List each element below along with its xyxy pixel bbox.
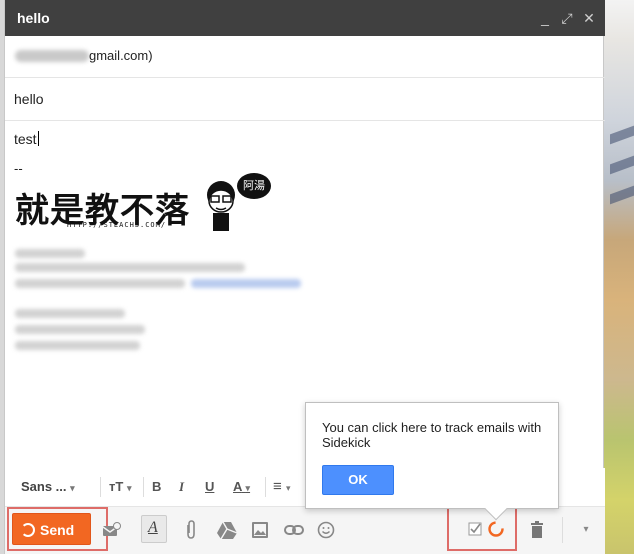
tooltip-ok-button[interactable]: OK: [322, 465, 394, 495]
drive-icon[interactable]: [216, 520, 238, 542]
trash-icon[interactable]: [528, 520, 550, 542]
insert-link-icon[interactable]: [283, 520, 305, 542]
divider: [562, 517, 563, 543]
schedule-send-icon[interactable]: [101, 521, 123, 543]
tooltip-message: You can click here to track emails with …: [322, 420, 542, 450]
blurred-text: [15, 309, 125, 318]
compose-titlebar[interactable]: hello _ ⤢ ✕: [5, 0, 605, 36]
text-color-button[interactable]: A ▾: [233, 477, 250, 497]
font-select[interactable]: Sans ... ▾: [21, 477, 75, 497]
background-stripe: [610, 185, 634, 205]
sidekick-tooltip: You can click here to track emails with …: [305, 402, 559, 521]
more-options-icon[interactable]: ▾: [575, 519, 597, 541]
bold-button[interactable]: B: [152, 477, 161, 497]
emoji-icon[interactable]: [316, 520, 338, 542]
minimize-icon[interactable]: _: [535, 8, 555, 28]
compose-window: hello _ ⤢ ✕ gmail.com) hello test -- 就是教…: [4, 0, 605, 554]
sidekick-track-icon[interactable]: [486, 519, 508, 541]
italic-button[interactable]: I: [179, 477, 184, 497]
action-bar: Send A ▾: [5, 495, 605, 554]
blurred-text: [15, 263, 245, 272]
cartoon-avatar-icon: [207, 181, 235, 231]
signature-url: HTTP://STEACHS.COM/: [67, 221, 167, 229]
format-a-icon: A: [148, 519, 158, 536]
background-stripe: [610, 155, 634, 175]
blurred-text: [15, 341, 140, 350]
compose-title: hello: [17, 10, 50, 26]
send-label: Send: [40, 522, 75, 538]
attach-icon[interactable]: [181, 519, 203, 541]
blurred-link: [191, 279, 301, 288]
close-icon[interactable]: ✕: [579, 8, 599, 28]
signature-bubble: 阿湯: [237, 173, 271, 199]
sidekick-send-icon: [21, 523, 35, 537]
subject-value: hello: [14, 91, 44, 107]
blurred-recipient: [15, 50, 89, 62]
blurred-text: [15, 325, 145, 334]
subject-field[interactable]: hello: [5, 78, 605, 121]
blurred-text: [15, 249, 85, 258]
font-size-button[interactable]: тT ▾: [109, 477, 131, 497]
recipients-field[interactable]: gmail.com): [5, 36, 605, 78]
formatting-options-button[interactable]: A: [141, 515, 167, 543]
align-button[interactable]: ≡ ▾: [273, 477, 290, 497]
divider: [265, 477, 266, 497]
blurred-text: [15, 279, 185, 288]
background-right: [604, 0, 634, 554]
insert-photo-icon[interactable]: [250, 520, 272, 542]
underline-button[interactable]: U: [205, 477, 214, 497]
background-stripe: [610, 125, 634, 145]
text-cursor: [37, 131, 39, 146]
recipient-address: gmail.com): [89, 48, 153, 63]
body-text: test: [14, 131, 39, 147]
send-button[interactable]: Send: [12, 513, 91, 545]
popout-icon[interactable]: ⤢: [557, 8, 577, 28]
divider: [100, 477, 101, 497]
signature-separator: --: [14, 161, 23, 176]
divider: [143, 477, 144, 497]
